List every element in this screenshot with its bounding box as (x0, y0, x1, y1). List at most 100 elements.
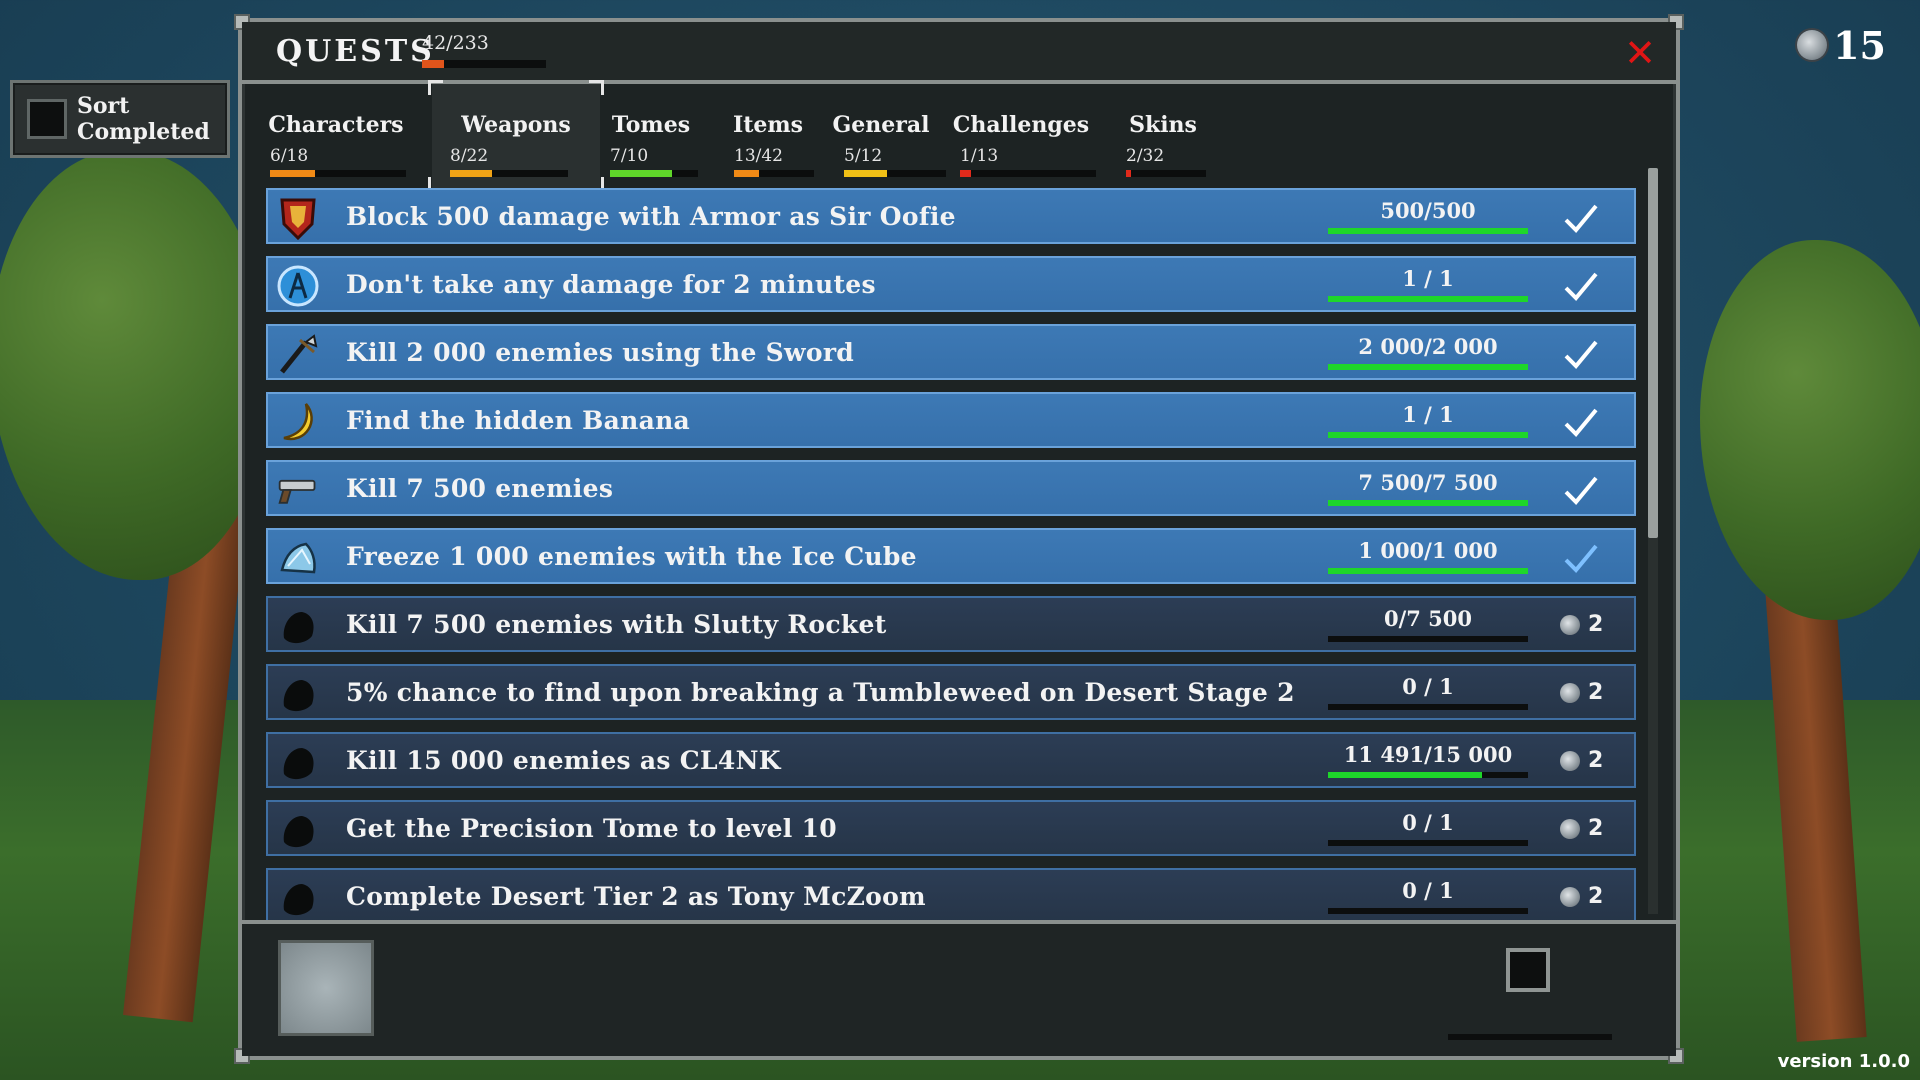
quest-progress-bar (1328, 432, 1528, 438)
total-progress-fill (422, 60, 445, 68)
sort-completed-checkbox[interactable] (27, 99, 67, 139)
tab-label: General (832, 112, 930, 138)
tab-progress-fill (960, 170, 971, 177)
reward-amount: 2 (1588, 816, 1604, 841)
quest-row[interactable]: Complete Desert Tier 2 as Tony McZoom 0 /… (266, 868, 1636, 924)
tab-tomes[interactable]: Tomes 7/10 (592, 84, 710, 188)
tab-general[interactable]: General 5/12 (826, 84, 946, 188)
panel-title: QUESTS (276, 34, 435, 69)
locked-silhouette-icon (276, 672, 320, 716)
quest-progress-bar (1328, 704, 1528, 710)
scrollbar-thumb[interactable] (1648, 168, 1658, 538)
coin-count: 15 (1833, 22, 1886, 68)
quest-reward: 2 (1560, 680, 1603, 705)
total-progress-bar (422, 60, 546, 68)
tab-progress-fill (844, 170, 887, 177)
close-button[interactable]: ✕ (1622, 34, 1658, 72)
quest-description: Kill 2 000 enemies using the Sword (346, 338, 855, 367)
quest-progress-fill (1328, 432, 1528, 438)
quest-reward: 2 (1560, 884, 1603, 909)
panel-header: QUESTS 42/233 ✕ (242, 22, 1676, 84)
quest-progress-text: 0 / 1 (1402, 674, 1454, 699)
reward-amount: 2 (1588, 748, 1604, 773)
quest-progress-text: 1 / 1 (1402, 266, 1454, 291)
quest-progress-fill (1328, 500, 1528, 506)
quest-description: Block 500 damage with Armor as Sir Oofie (346, 202, 956, 231)
quest-row[interactable]: Kill 7 500 enemies 7 500/7 500 (266, 460, 1636, 516)
tab-count: 13/42 (734, 146, 783, 166)
tab-progress-bar (1126, 170, 1206, 177)
shield-figure-icon (276, 264, 320, 308)
quests-panel: QUESTS 42/233 ✕ Characters 6/18 Weapons 8/2… (234, 14, 1684, 1064)
quest-progress-text: 1 000/1 000 (1358, 538, 1498, 563)
checkmark-icon (1560, 266, 1600, 306)
silver-coin-icon (1560, 818, 1580, 839)
quest-progress-text: 0 / 1 (1402, 878, 1454, 903)
sort-completed-toggle[interactable]: Sort Completed (10, 80, 230, 158)
quest-progress-bar (1328, 636, 1528, 642)
locked-silhouette-icon (276, 876, 320, 920)
armor-icon (276, 196, 320, 240)
quest-progress-fill (1328, 228, 1528, 234)
reward-amount: 2 (1588, 680, 1604, 705)
silver-coin-icon (1560, 614, 1580, 635)
tab-progress-fill (610, 170, 672, 177)
quest-row[interactable]: Kill 2 000 enemies using the Sword 2 000/… (266, 324, 1636, 380)
silver-coin-icon (1560, 750, 1580, 771)
quest-progress-bar (1328, 568, 1528, 574)
quest-progress-fill (1328, 296, 1528, 302)
tab-challenges[interactable]: Challenges 1/13 (942, 84, 1100, 188)
tab-label: Skins (1129, 112, 1197, 138)
locked-silhouette-icon (276, 604, 320, 648)
checkmark-icon (1560, 402, 1600, 442)
quest-progress-text: 0/7 500 (1383, 606, 1473, 631)
quest-progress-fill (1328, 568, 1528, 574)
tab-count: 1/13 (960, 146, 999, 166)
quest-row[interactable]: Get the Precision Tome to level 10 0 / 1 2 (266, 800, 1636, 856)
quest-progress-text: 1 / 1 (1402, 402, 1454, 427)
tab-progress-bar (610, 170, 698, 177)
tab-progress-bar (960, 170, 1096, 177)
tab-count: 6/18 (270, 146, 309, 166)
selected-quest-icon (278, 940, 374, 1036)
tab-label: Weapons (461, 112, 571, 138)
tab-count: 8/22 (450, 146, 489, 166)
quest-description: Freeze 1 000 enemies with the Ice Cube (346, 542, 917, 571)
tab-count: 7/10 (610, 146, 649, 166)
silver-coin-icon (1797, 30, 1828, 60)
tab-characters[interactable]: Characters 6/18 (252, 84, 420, 188)
quest-row[interactable]: Kill 15 000 enemies as CL4NK 11 491/15 00… (266, 732, 1636, 788)
tab-weapons[interactable]: Weapons 8/22 (428, 80, 604, 192)
quest-row[interactable]: Freeze 1 000 enemies with the Ice Cube 1 … (266, 528, 1636, 584)
quest-progress-text: 2 000/2 000 (1358, 334, 1498, 359)
quest-reward: 2 (1560, 612, 1603, 637)
checkmark-icon (1560, 538, 1600, 578)
tab-label: Challenges (952, 112, 1090, 138)
tab-progress-bar (270, 170, 406, 177)
quest-row[interactable]: Don't take any damage for 2 minutes 1 / 1 (266, 256, 1636, 312)
quest-row[interactable]: Kill 7 500 enemies with Slutty Rocket 0/7… (266, 596, 1636, 652)
quest-progress-text: 0 / 1 (1402, 810, 1454, 835)
quest-description: Kill 15 000 enemies as CL4NK (346, 746, 781, 775)
sword-icon (276, 332, 320, 376)
reward-slot (1506, 948, 1550, 992)
quest-detail-footer (242, 920, 1676, 1056)
quest-progress-bar (1328, 364, 1528, 370)
quest-row[interactable]: 5% chance to find upon breaking a Tumble… (266, 664, 1636, 720)
quest-row[interactable]: Block 500 damage with Armor as Sir Oofie… (266, 188, 1636, 244)
total-quest-count: 42/233 (422, 32, 489, 54)
tab-items[interactable]: Items 13/42 (716, 84, 820, 188)
sort-completed-label: Sort Completed (77, 93, 210, 145)
coin-counter: 15 (1797, 22, 1886, 68)
scrollbar[interactable] (1648, 168, 1658, 914)
tab-skins[interactable]: Skins 2/32 (1108, 84, 1218, 188)
quest-progress-text: 500/500 (1380, 198, 1476, 223)
quest-description: Don't take any damage for 2 minutes (346, 270, 876, 299)
quest-list: Block 500 damage with Armor as Sir Oofie… (266, 188, 1638, 934)
quest-progress-bar (1328, 228, 1528, 234)
quest-progress-fill (1328, 364, 1528, 370)
tab-progress-bar (450, 170, 568, 177)
quest-progress-text: 7 500/7 500 (1358, 470, 1498, 495)
quest-row[interactable]: Find the hidden Banana 1 / 1 (266, 392, 1636, 448)
tab-progress-fill (270, 170, 315, 177)
